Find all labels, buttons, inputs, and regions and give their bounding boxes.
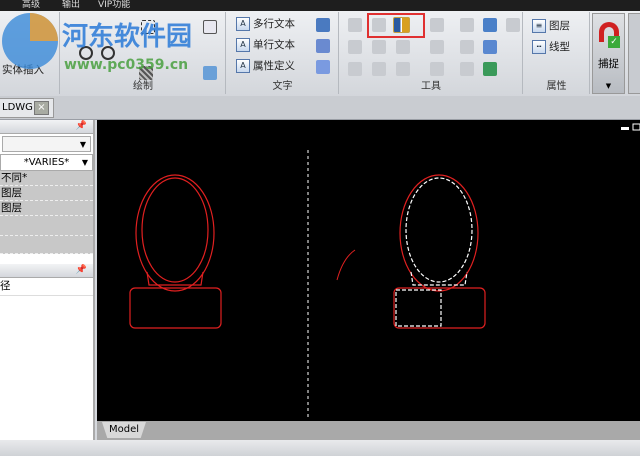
draw-group-label: 绘制	[133, 81, 153, 92]
linetype-icon: ┅	[532, 39, 546, 54]
block-insert-button[interactable]: 实体插入	[2, 62, 44, 77]
properties-group-label: 属性	[546, 81, 567, 92]
layer-label: 图层	[549, 20, 570, 32]
circle-icon[interactable]	[79, 46, 93, 60]
insert-group: 实体插入	[0, 12, 60, 94]
rectangle-icon[interactable]	[141, 20, 155, 34]
menu-bar: 高级 输出 VIP功能	[0, 0, 640, 11]
mirror-icon[interactable]	[393, 17, 410, 33]
close-icon[interactable]: ×	[34, 101, 49, 115]
text-style-icon[interactable]	[316, 18, 330, 32]
chevron-down-icon: ▼	[605, 82, 612, 90]
attdef-label: 属性定义	[253, 60, 295, 72]
scale-icon[interactable]	[372, 40, 386, 54]
tools-group: 工具	[340, 12, 523, 94]
model-tab[interactable]: Model	[102, 422, 146, 438]
toilet-mirrored[interactable]	[393, 174, 486, 329]
ribbon: 实体插入 绘制 A 多行文本 A 单行文本 A 属性定义 文字 工具 ≡ 图层 ┅ 线型 …	[0, 11, 640, 96]
chevron-down-icon: ▼	[81, 158, 88, 167]
mtext-button[interactable]: A 多行文本	[236, 16, 295, 31]
attedit-icon[interactable]	[316, 60, 330, 74]
linetype-label: 线型	[549, 41, 570, 53]
ellipse-icon[interactable]	[101, 46, 115, 60]
explode-icon[interactable]	[430, 40, 444, 54]
panel-header-2: 📌	[0, 264, 93, 278]
document-tab-label: LDWG	[2, 102, 33, 113]
drawing	[129, 123, 640, 420]
property-row[interactable]: 径	[0, 278, 93, 296]
panel-header: 📌	[0, 120, 93, 134]
chamfer-icon[interactable]	[430, 62, 444, 76]
property-row[interactable]: 不同*	[0, 171, 93, 186]
property-row[interactable]: 图层	[0, 186, 93, 201]
menu-output[interactable]: 输出	[62, 0, 80, 11]
document-tabs: LDWG ×	[0, 96, 640, 120]
align-icon[interactable]	[506, 18, 520, 32]
chevron-down-icon: ▼	[79, 140, 86, 149]
linetype-button[interactable]: ┅ 线型	[532, 39, 570, 54]
draw-group: 绘制	[61, 12, 226, 94]
arc	[336, 249, 356, 281]
mtext-label: 多行文本	[253, 18, 295, 30]
copy-icon[interactable]	[460, 18, 474, 32]
varies-value: *VARIES*	[23, 157, 70, 168]
stretch-icon[interactable]	[348, 40, 362, 54]
attdef-button[interactable]: A 属性定义	[236, 58, 295, 73]
text-group-label: 文字	[272, 81, 293, 92]
move-icon[interactable]	[348, 18, 362, 32]
drawing-canvas[interactable]	[97, 120, 640, 440]
properties-panel: 📌 ▼ *VARIES* ▼ 不同* 图层 图层 📌 径	[0, 120, 95, 440]
property-row[interactable]: 图层	[0, 201, 93, 216]
property-row[interactable]	[0, 216, 93, 236]
object-type-select[interactable]: ▼	[2, 136, 91, 152]
join-icon[interactable]	[460, 40, 474, 54]
check-icon: ✓	[608, 36, 620, 48]
minimize-icon[interactable]	[621, 127, 629, 130]
varies-select[interactable]: *VARIES* ▼	[0, 154, 93, 171]
layout-tabs: Model	[97, 421, 640, 440]
restore-icon[interactable]	[632, 123, 640, 131]
extend-icon[interactable]	[372, 62, 386, 76]
region-icon[interactable]	[203, 20, 217, 34]
toilet-original[interactable]	[129, 174, 222, 329]
tools-group-label: 工具	[421, 81, 441, 92]
offset-icon[interactable]	[430, 18, 444, 32]
array-icon[interactable]	[396, 40, 410, 54]
menu-advanced[interactable]: 高级	[22, 0, 40, 11]
text-label: 单行文本	[253, 39, 295, 51]
fillet-icon[interactable]	[396, 62, 410, 76]
text-icon: A	[236, 37, 250, 52]
text-button[interactable]: A 单行文本	[236, 37, 295, 52]
text-group: A 多行文本 A 单行文本 A 属性定义 文字	[227, 12, 339, 94]
menu-vip[interactable]: VIP功能	[98, 0, 130, 11]
next-ribbon-button[interactable]	[628, 13, 640, 94]
layer-button[interactable]: ≡ 图层	[532, 18, 570, 33]
pin-icon[interactable]: 📌	[76, 265, 87, 275]
mtext-icon: A	[236, 16, 250, 31]
trim-icon[interactable]	[348, 62, 362, 76]
block-icon[interactable]	[483, 18, 497, 32]
status-bar	[0, 440, 640, 456]
snap-button[interactable]: ✓ 捕捉 ▼	[592, 13, 625, 94]
text-edit-icon[interactable]	[316, 39, 330, 53]
properties-group: ≡ 图层 ┅ 线型 属性	[524, 12, 590, 94]
break-icon[interactable]	[460, 62, 474, 76]
layers-icon: ≡	[532, 18, 546, 33]
rotate-icon[interactable]	[372, 18, 386, 32]
property-row[interactable]	[0, 236, 93, 254]
attdef-icon: A	[236, 58, 250, 73]
snap-label: 捕捉	[598, 58, 619, 70]
block-edit-icon[interactable]	[483, 40, 497, 54]
document-tab[interactable]: LDWG ×	[0, 98, 54, 118]
insert-block-icon[interactable]	[483, 62, 497, 76]
pin-icon[interactable]: 📌	[76, 121, 87, 131]
block-insert-label: 实体插入	[2, 64, 44, 76]
